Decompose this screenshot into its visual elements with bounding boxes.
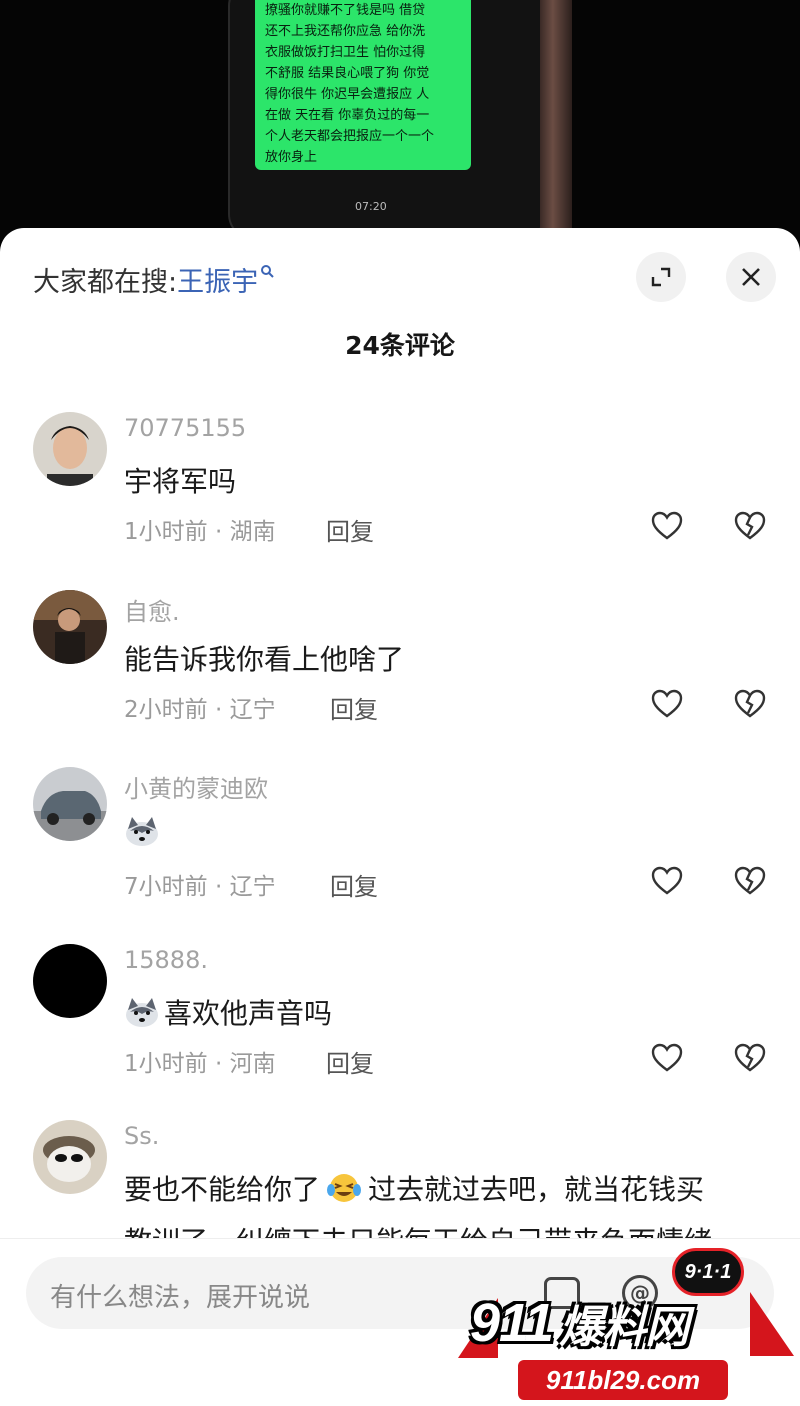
- avatar[interactable]: [33, 1120, 107, 1194]
- broken-heart-icon[interactable]: [733, 509, 767, 543]
- reply-button[interactable]: 回复: [330, 690, 378, 725]
- comment-item: 70775155 宇将军吗 1小时前 · 湖南 回复: [0, 412, 800, 572]
- expand-icon: [651, 267, 671, 287]
- message-line: 得你很牛 你迟早会遭报应 人: [265, 87, 430, 102]
- username[interactable]: 自愈.: [124, 592, 180, 627]
- husky-emoji-icon: [126, 998, 158, 1027]
- comment-input-placeholder: 有什么想法，展开说说: [50, 1283, 311, 1313]
- message-line: 放你身上: [265, 150, 318, 165]
- comment-count: 24条评论: [345, 331, 455, 360]
- comment-text: [124, 815, 164, 847]
- message-line: 个人老天都会把报应一个一个: [265, 129, 435, 144]
- search-icon: [260, 264, 274, 282]
- comment-item: 自愈. 能告诉我你看上他啥了 2小时前 · 辽宁 回复: [0, 590, 800, 750]
- message-line: 不舒服 结果良心喂了狗 你觉: [265, 66, 430, 81]
- message-line: 还不上我还帮你应急 给你洗: [265, 24, 426, 39]
- comment-meta: 7小时前 · 辽宁: [124, 874, 276, 900]
- comment-text: 宇将军吗: [124, 465, 237, 498]
- search-keyword[interactable]: 王振宇: [177, 260, 258, 299]
- watermark-brand-number: 911: [470, 1293, 554, 1353]
- reply-button[interactable]: 回复: [326, 512, 374, 547]
- username[interactable]: 15888.: [124, 946, 208, 974]
- close-button[interactable]: [726, 252, 776, 302]
- watermark-brand: 911 爆料网: [470, 1288, 790, 1358]
- broken-heart-icon[interactable]: [733, 1041, 767, 1075]
- avatar[interactable]: [33, 590, 107, 664]
- comment-meta: 1小时前 · 湖南: [124, 519, 276, 545]
- comment-text-value: 要也不能给你了: [124, 1173, 321, 1206]
- comment-sheet: 大家都在搜: 王振宇 24条评论 70775155 宇将军吗 1小时前 · 湖南…: [0, 228, 800, 1406]
- watermark-brand-name: 爆料网: [559, 1302, 689, 1353]
- message-line: 在做 天在看 你辜负过的每一: [265, 108, 430, 123]
- trending-search[interactable]: 大家都在搜: 王振宇: [33, 260, 274, 299]
- comment-text: 喜欢他声音吗: [124, 992, 332, 1032]
- username[interactable]: 小黄的蒙迪欧: [124, 769, 268, 804]
- chat-message-bubble: 撩骚你就赚不了钱是吗 借贷 还不上我还帮你应急 给你洗 衣服做饭打扫卫生 怕你过…: [255, 0, 471, 170]
- username[interactable]: Ss.: [124, 1122, 159, 1150]
- broken-heart-icon[interactable]: [733, 687, 767, 721]
- comment-text-continued: 过去就过去吧，就当花钱买: [368, 1173, 705, 1206]
- username[interactable]: 70775155: [124, 414, 246, 442]
- expand-button[interactable]: [636, 252, 686, 302]
- comment-item: 小黄的蒙迪欧 7小时前 · 辽宁 回复: [0, 767, 800, 927]
- comment-text-value: 喜欢他声音吗: [164, 997, 333, 1030]
- laughing-crying-emoji-icon: [327, 1174, 362, 1202]
- heart-icon[interactable]: [650, 864, 684, 898]
- heart-icon[interactable]: [650, 509, 684, 543]
- comment-item: 15888. 喜欢他声音吗 1小时前 · 河南 回复: [0, 944, 800, 1104]
- message-line: 衣服做饭打扫卫生 怕你过得: [265, 45, 426, 60]
- husky-emoji-icon: [126, 817, 158, 846]
- close-icon: [742, 268, 760, 286]
- heart-icon[interactable]: [650, 687, 684, 721]
- heart-icon[interactable]: [650, 1041, 684, 1075]
- avatar[interactable]: [33, 767, 107, 841]
- message-line: 撩骚你就赚不了钱是吗 借贷: [265, 3, 426, 18]
- video-preview[interactable]: 撩骚你就赚不了钱是吗 借贷 还不上我还帮你应急 给你洗 衣服做饭打扫卫生 怕你过…: [0, 0, 800, 240]
- comment-text: 要也不能给你了 过去就过去吧，就当花钱买: [124, 1168, 704, 1208]
- reply-button[interactable]: 回复: [330, 867, 378, 902]
- search-prefix: 大家都在搜:: [33, 267, 178, 298]
- watermark-logo: 9·1·1 911 爆料网 911bl29.com: [458, 1242, 800, 1406]
- broken-heart-icon[interactable]: [733, 864, 767, 898]
- reply-button[interactable]: 回复: [326, 1044, 374, 1079]
- comment-text: 能告诉我你看上他啥了: [124, 643, 405, 676]
- comment-meta: 1小时前 · 河南: [124, 1051, 276, 1077]
- phone-case-edge: [540, 0, 572, 240]
- avatar[interactable]: [33, 412, 107, 486]
- message-timestamp: 07:20: [355, 200, 387, 213]
- comment-meta: 2小时前 · 辽宁: [124, 697, 276, 723]
- comment-item: Ss. 要也不能给你了 过去就过去吧，就当花钱买 教训了，纠缠下去只能每天给自己…: [0, 1120, 800, 1258]
- avatar[interactable]: [33, 944, 107, 1018]
- watermark-url: 911bl29.com: [518, 1360, 728, 1400]
